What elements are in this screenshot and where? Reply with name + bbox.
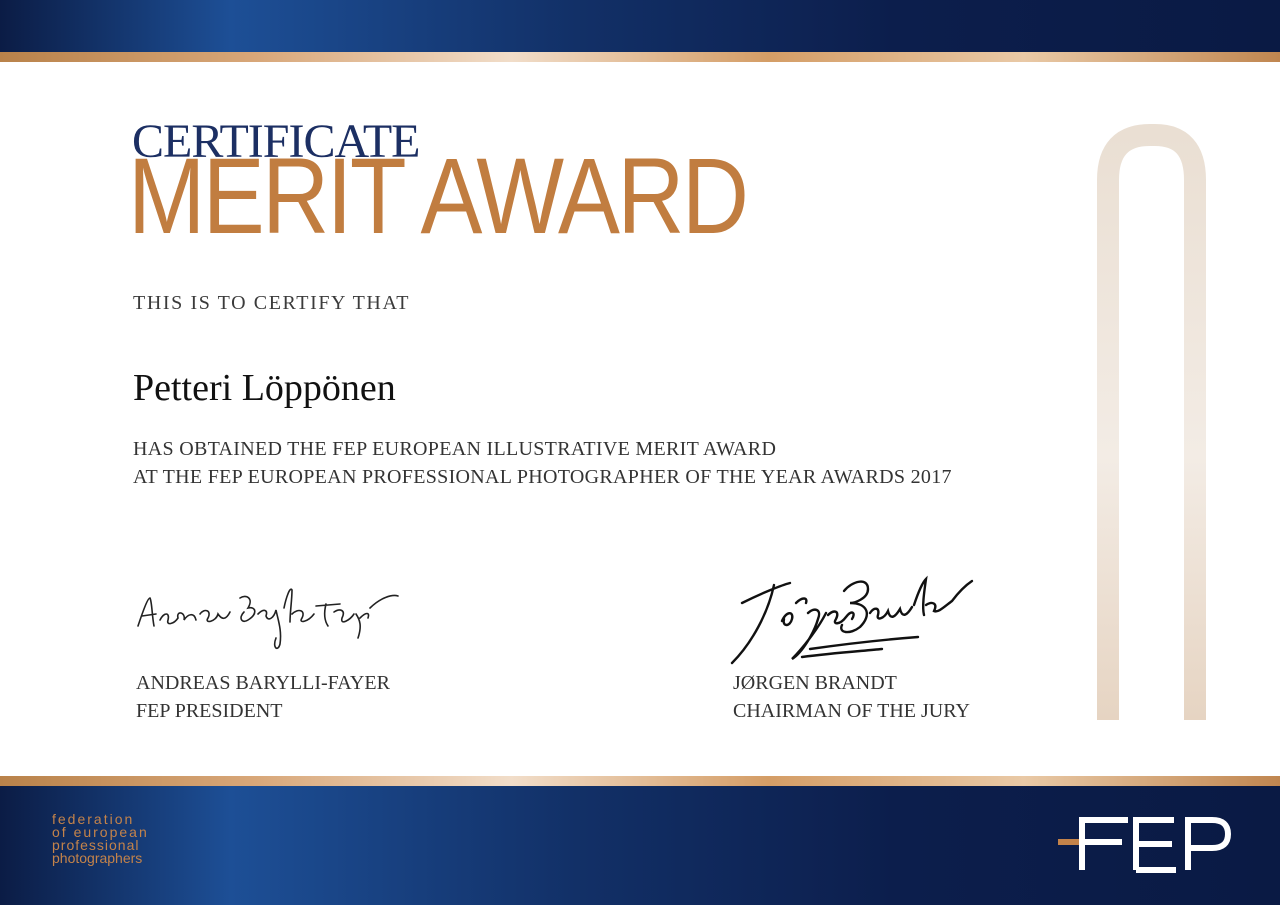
signature-icon — [730, 575, 974, 665]
merit-award-title: MERIT AWARD — [128, 135, 749, 256]
certify-text: THIS IS TO CERTIFY THAT — [133, 292, 411, 314]
signatory-role: CHAIRMAN OF THE JURY — [733, 700, 970, 722]
signatory-name: ANDREAS BARYLLI-FAYER — [136, 672, 390, 694]
recipient-name: Petteri Löppönen — [133, 367, 396, 409]
award-description-line2: AT THE FEP EUROPEAN PROFESSIONAL PHOTOGR… — [133, 466, 952, 488]
award-description-line1: HAS OBTAINED THE FEP EUROPEAN ILLUSTRATI… — [133, 438, 777, 460]
top-gold-stripe — [0, 52, 1280, 62]
signatory-role: FEP PRESIDENT — [136, 700, 283, 722]
signature-icon — [137, 588, 399, 650]
org-line: photographers — [52, 850, 143, 866]
fep-watermark-icon — [1097, 124, 1280, 720]
top-band — [0, 0, 1280, 52]
fep-logo-icon — [1058, 817, 1232, 873]
bottom-gold-stripe — [0, 776, 1280, 786]
organization-wordmark: federation of european professional phot… — [52, 812, 149, 866]
signatory-name: JØRGEN BRANDT — [733, 672, 897, 694]
